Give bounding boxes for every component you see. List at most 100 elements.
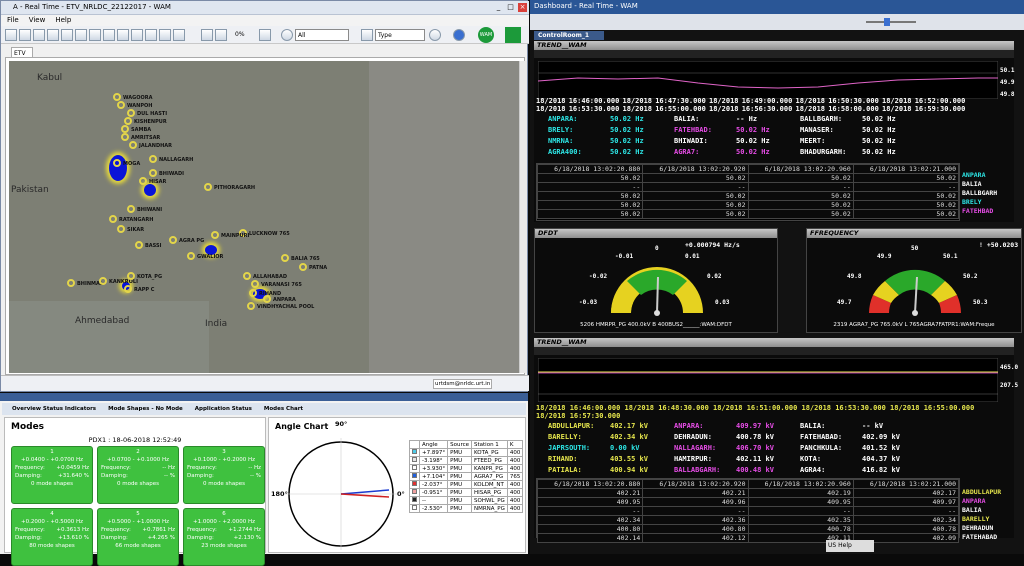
- substation-marker[interactable]: [117, 101, 125, 109]
- pan-icon[interactable]: [103, 29, 115, 41]
- type-icon[interactable]: [361, 29, 373, 41]
- image-icon[interactable]: [47, 29, 59, 41]
- cursor-icon[interactable]: [61, 29, 73, 41]
- substation-marker[interactable]: [263, 295, 271, 303]
- substation-marker[interactable]: [299, 263, 307, 271]
- modes-tabbar: Overview Status Indicators Mode Shapes -…: [2, 403, 526, 415]
- refresh-icon[interactable]: [173, 29, 185, 41]
- menu-file[interactable]: File: [7, 16, 19, 24]
- network-icon[interactable]: [505, 27, 521, 43]
- substation-marker[interactable]: [211, 231, 219, 239]
- mode-card[interactable]: 1 +0.0400 - +0.0700 Hz Frequency: +0.0459 H…: [11, 446, 93, 504]
- legend-entry: BARELLY: [962, 515, 990, 523]
- close-icon[interactable]: ×: [518, 3, 527, 12]
- tab-modes-chart[interactable]: Modes Chart: [264, 406, 303, 412]
- column-header[interactable]: K: [506, 440, 524, 449]
- substation-marker[interactable]: [129, 141, 137, 149]
- grid-icon[interactable]: [19, 29, 31, 41]
- angle-panel: Angle Chart 90° 180° 0° Angle Source Stati…: [268, 417, 526, 553]
- table-icon[interactable]: [5, 29, 17, 41]
- tab-overview[interactable]: Overview Status Indicators: [12, 406, 96, 412]
- substation-marker[interactable]: [243, 272, 251, 280]
- column-header[interactable]: Angle: [418, 440, 449, 449]
- ffreq-tick: 49.9: [877, 253, 892, 260]
- substation-marker[interactable]: [169, 236, 177, 244]
- table-row[interactable]: +7.897° PMU KOTA_PG 400: [409, 448, 524, 457]
- tab-controlroom[interactable]: ControlRoom_1: [534, 31, 604, 40]
- map-icon[interactable]: [33, 29, 45, 41]
- table-row[interactable]: -3.198° PMU FTEED_PG 400: [409, 456, 524, 465]
- substation-marker[interactable]: [139, 177, 147, 185]
- zoom-in-icon[interactable]: [75, 29, 87, 41]
- mode-card[interactable]: 3 +0.1000 - +0.2000 Hz Frequency: -- Hz Damp…: [183, 446, 265, 504]
- substation-marker[interactable]: [135, 241, 143, 249]
- menu-help[interactable]: Help: [55, 16, 71, 24]
- layers-icon[interactable]: [117, 29, 129, 41]
- substation-marker[interactable]: [204, 183, 212, 191]
- bars-icon[interactable]: [215, 29, 227, 41]
- substation-marker[interactable]: [149, 155, 157, 163]
- globe-icon[interactable]: [131, 29, 143, 41]
- zoom-slider-thumb[interactable]: [884, 18, 890, 26]
- table-row[interactable]: -2.037° PMU KOLDM_NT 400: [409, 480, 524, 489]
- map-scrollbar[interactable]: [519, 61, 527, 373]
- table-cell: 402.21: [536, 488, 644, 498]
- table-row[interactable]: +3.930° PMU KANPR_PG 400: [409, 464, 524, 473]
- table-row[interactable]: -2.530° PMU NMRNA_PG 400: [409, 504, 524, 513]
- table-row: 402.14 402.12 402.11 402.09: [536, 533, 960, 543]
- help-icon[interactable]: [453, 29, 465, 41]
- mode-range: +0.0700 - +0.1000 Hz: [107, 457, 169, 463]
- substation-marker[interactable]: [127, 109, 135, 117]
- minimize-icon[interactable]: _: [494, 3, 503, 12]
- globe-settings-icon[interactable]: [281, 29, 293, 41]
- substation-marker[interactable]: [109, 215, 117, 223]
- clear-icon[interactable]: [429, 29, 441, 41]
- chart-icon[interactable]: [259, 29, 271, 41]
- substation-marker[interactable]: [117, 225, 125, 233]
- forward-icon[interactable]: [159, 29, 171, 41]
- sliders-icon[interactable]: [201, 29, 213, 41]
- type-select[interactable]: Type: [375, 29, 425, 41]
- substation-marker[interactable]: [121, 125, 129, 133]
- substation-marker[interactable]: [187, 252, 195, 260]
- wam-badge[interactable]: WAM: [478, 27, 494, 43]
- zoom-slider[interactable]: [866, 21, 916, 23]
- filter-all-select[interactable]: All: [295, 29, 349, 41]
- substation-marker[interactable]: [124, 285, 132, 293]
- substation-marker[interactable]: [251, 280, 259, 288]
- substation-marker[interactable]: [67, 279, 75, 287]
- substation-marker[interactable]: [249, 289, 257, 297]
- substation-marker[interactable]: [281, 254, 289, 262]
- substation-marker[interactable]: [99, 277, 107, 285]
- substation-marker[interactable]: [127, 272, 135, 280]
- geo-map[interactable]: Kabul WAGOORA WANPOH DUL HASTI KISHENPUR SAMB…: [9, 61, 519, 373]
- help-label[interactable]: Help: [838, 542, 852, 549]
- readout-label: BRELY:: [548, 126, 574, 134]
- mode-card[interactable]: 4 +0.2000 - +0.5000 Hz Frequency: +0.3613 H…: [11, 508, 93, 566]
- table-row[interactable]: -0.951° PMU HISAR_PG 400: [409, 488, 524, 497]
- tab-app-status[interactable]: Application Status: [195, 406, 252, 412]
- mode-card[interactable]: 6 +1.0000 - +2.0000 Hz Frequency: +1.2744 H…: [183, 508, 265, 566]
- substation-marker[interactable]: [124, 117, 132, 125]
- tab-mode-shapes[interactable]: Mode Shapes - No Mode: [108, 406, 183, 412]
- mode-card[interactable]: 5 +0.5000 - +1.0000 Hz Frequency: +0.7861 H…: [97, 508, 179, 566]
- column-header[interactable]: Station 1: [471, 440, 508, 449]
- map-label: AGRA PG: [179, 238, 205, 244]
- back-icon[interactable]: [145, 29, 157, 41]
- maximize-icon[interactable]: □: [506, 3, 515, 12]
- column-header[interactable]: Source: [447, 440, 472, 449]
- table-row[interactable]: +7.104° PMU AGRA7_PG 765: [409, 472, 524, 481]
- table-cell: --: [852, 182, 960, 192]
- table-row[interactable]: -- PMU SOHWL_PG 400: [409, 496, 524, 505]
- substation-marker[interactable]: [113, 159, 121, 167]
- table-cell: 50.02: [852, 200, 960, 210]
- menu-view[interactable]: View: [29, 16, 46, 24]
- language-indicator[interactable]: US Help: [826, 540, 874, 552]
- zoom-out-icon[interactable]: [89, 29, 101, 41]
- mode-card[interactable]: 2 +0.0700 - +0.1000 Hz Frequency: -- Hz Damp…: [97, 446, 179, 504]
- substation-marker[interactable]: [121, 133, 129, 141]
- substation-marker[interactable]: [113, 93, 121, 101]
- substation-marker[interactable]: [127, 205, 135, 213]
- substation-marker[interactable]: [247, 302, 255, 310]
- substation-marker[interactable]: [149, 169, 157, 177]
